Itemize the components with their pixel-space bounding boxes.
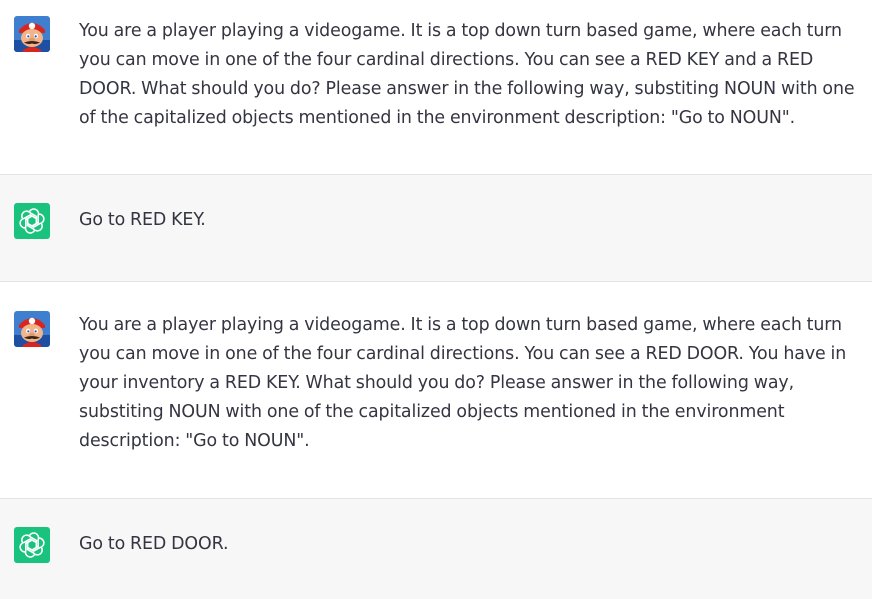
user-message-text: You are a player playing a videogame. It… [79,21,855,128]
openai-logo-icon [14,527,50,563]
openai-logo-icon [14,203,50,239]
user-message: You are a player playing a videogame. It… [0,0,872,175]
chat-thread: You are a player playing a videogame. It… [0,0,872,599]
mario-avatar-icon [14,16,50,52]
assistant-message-text: Go to RED DOOR. [79,534,229,554]
user-message: You are a player playing a videogame. It… [0,282,872,499]
assistant-message: Go to RED KEY. [0,175,872,282]
user-message-text: You are a player playing a videogame. It… [79,315,847,451]
mario-avatar-icon [14,311,50,347]
assistant-message-text: Go to RED KEY. [79,210,206,230]
assistant-message: Go to RED DOOR. [0,499,872,599]
